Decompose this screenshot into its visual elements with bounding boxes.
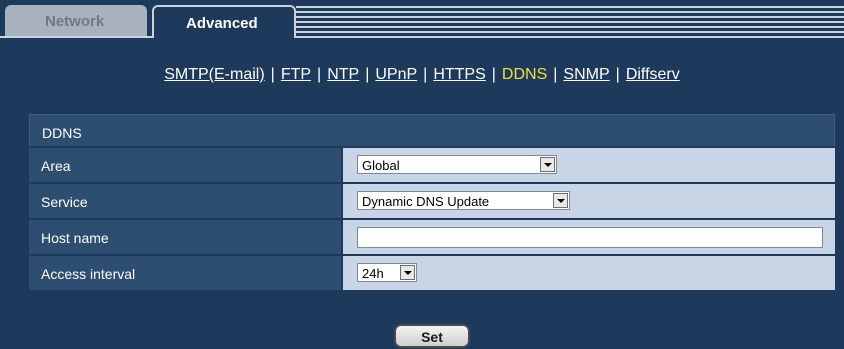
- access-interval-label: Access interval: [29, 256, 341, 290]
- panel-header: DDNS: [29, 114, 835, 146]
- link-ntp[interactable]: NTP: [327, 66, 359, 83]
- service-select[interactable]: Dynamic DNS Update: [357, 191, 570, 210]
- area-select[interactable]: Global: [357, 155, 557, 174]
- separator: |: [270, 66, 275, 83]
- separator: |: [423, 66, 428, 83]
- link-https[interactable]: HTTPS: [433, 66, 485, 83]
- link-smtp[interactable]: SMTP(E-mail): [164, 66, 264, 83]
- tab-network[interactable]: Network: [5, 5, 147, 38]
- access-interval-select[interactable]: 24h: [357, 263, 417, 282]
- link-diffserv[interactable]: Diffserv: [626, 66, 680, 83]
- service-value-cell: Dynamic DNS Update: [341, 184, 835, 218]
- row-area: Area Global: [29, 146, 835, 182]
- area-label: Area: [29, 148, 341, 182]
- dropdown-arrow-icon[interactable]: [553, 193, 568, 208]
- tab-underline: [0, 36, 844, 38]
- link-upnp[interactable]: UPnP: [375, 66, 417, 83]
- set-button[interactable]: Set: [394, 324, 470, 348]
- host-name-value-cell: [341, 220, 835, 254]
- tab-advanced[interactable]: Advanced: [152, 5, 296, 38]
- tab-underline-gap: [154, 36, 294, 38]
- area-value-cell: Global: [341, 148, 835, 182]
- tab-stripes-decoration: [296, 6, 844, 36]
- sub-navigation: SMTP(E-mail) | FTP | NTP | UPnP | HTTPS | DDNS | SNM…: [0, 66, 844, 84]
- link-snmp[interactable]: SNMP: [563, 66, 609, 83]
- dropdown-arrow-icon[interactable]: [400, 265, 415, 280]
- dropdown-arrow-icon[interactable]: [540, 157, 555, 172]
- link-ftp[interactable]: FTP: [281, 66, 311, 83]
- row-access-interval: Access interval 24h: [29, 254, 835, 290]
- separator: |: [317, 66, 322, 83]
- area-selected-value: Global: [362, 158, 400, 173]
- separator: |: [491, 66, 496, 83]
- service-selected-value: Dynamic DNS Update: [362, 194, 490, 209]
- host-name-input[interactable]: [357, 227, 823, 248]
- link-ddns-active[interactable]: DDNS: [502, 66, 547, 83]
- separator: |: [553, 66, 558, 83]
- host-name-label: Host name: [29, 220, 341, 254]
- row-service: Service Dynamic DNS Update: [29, 182, 835, 218]
- access-interval-value-cell: 24h: [341, 256, 835, 290]
- tab-bar: Network Advanced: [0, 0, 844, 38]
- separator: |: [365, 66, 370, 83]
- access-interval-selected-value: 24h: [362, 266, 384, 281]
- row-host-name: Host name: [29, 218, 835, 254]
- ddns-panel: DDNS Area Global Service Dynamic DNS Upd…: [29, 114, 835, 290]
- service-label: Service: [29, 184, 341, 218]
- separator: |: [615, 66, 620, 83]
